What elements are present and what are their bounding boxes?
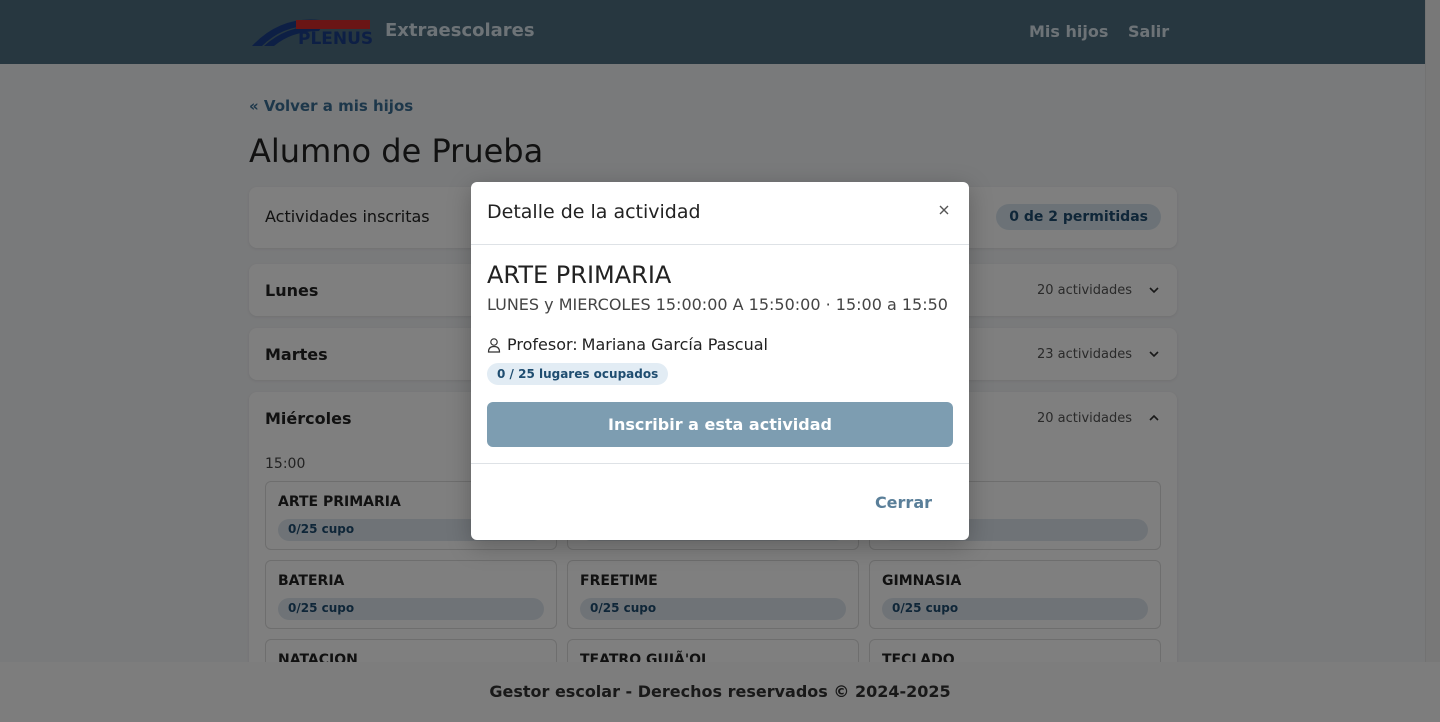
- activity-detail-modal: Detalle de la actividad ARTE PRIMARIA LU…: [471, 182, 969, 540]
- modal-header: Detalle de la actividad: [471, 182, 969, 245]
- close-icon[interactable]: [937, 203, 951, 217]
- teacher-label: Profesor:: [507, 335, 578, 354]
- teacher-name: Mariana García Pascual: [581, 335, 768, 354]
- activity-title: ARTE PRIMARIA: [487, 261, 672, 289]
- activity-schedule: LUNES y MIERCOLES 15:00:00 A 15:50:00 · …: [487, 295, 948, 314]
- person-icon: [487, 338, 501, 353]
- close-button[interactable]: Cerrar: [875, 493, 932, 512]
- modal-title: Detalle de la actividad: [487, 201, 701, 223]
- places-occupied-badge: 0 / 25 lugares ocupados: [487, 363, 669, 385]
- teacher-info: Profesor: Mariana García Pascual: [507, 335, 768, 354]
- enroll-button[interactable]: Inscribir a esta actividad: [487, 402, 953, 447]
- modal-footer: Cerrar: [471, 463, 969, 540]
